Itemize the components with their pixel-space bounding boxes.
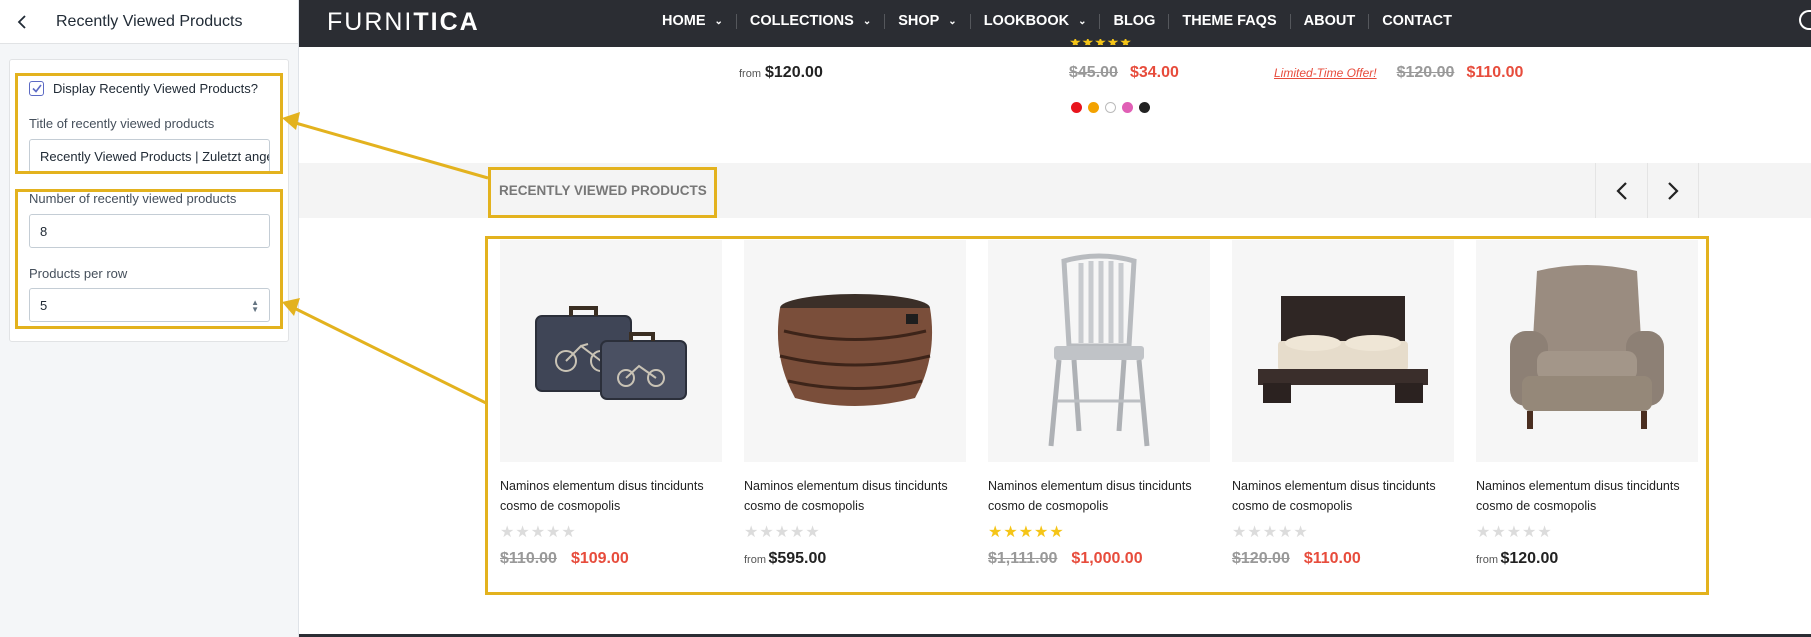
highlight-box-title xyxy=(15,73,283,174)
nav-about[interactable]: ABOUT xyxy=(1291,13,1370,29)
settings-card: Display Recently Viewed Products? Title … xyxy=(9,59,289,342)
panel-header: Recently Viewed Products xyxy=(0,0,298,44)
rating-stars-partial: ★★★★★ xyxy=(1069,39,1132,45)
color-swatch[interactable] xyxy=(1122,102,1133,113)
store-preview: FURNITICA HOME ⌄ COLLECTIONS ⌄ SHOP ⌄ LOOKB… xyxy=(299,0,1811,637)
color-swatch[interactable] xyxy=(1071,102,1082,113)
carousel-next-button[interactable] xyxy=(1647,163,1699,218)
nav-lookbook[interactable]: LOOKBOOK ⌄ xyxy=(971,13,1101,29)
nav-theme-faqs[interactable]: THEME FAQS xyxy=(1169,13,1291,29)
color-swatch[interactable] xyxy=(1105,102,1116,113)
nav-shop[interactable]: SHOP ⌄ xyxy=(885,13,971,29)
carousel-prev-button[interactable] xyxy=(1595,163,1647,218)
settings-panel: Recently Viewed Products Display Recentl… xyxy=(0,0,319,637)
prev-product-price-1: from $120.00 xyxy=(739,64,823,81)
chevron-down-icon: ⌄ xyxy=(714,15,723,27)
highlight-box-products xyxy=(485,236,1709,595)
color-swatch[interactable] xyxy=(1139,102,1150,113)
nav-collections[interactable]: COLLECTIONS ⌄ xyxy=(737,13,886,29)
panel-title: Recently Viewed Products xyxy=(56,12,243,30)
chevron-left-icon xyxy=(1615,181,1627,200)
chevron-right-icon xyxy=(1668,181,1679,200)
nav-contact[interactable]: CONTACT xyxy=(1369,13,1465,29)
top-navigation-bar: FURNITICA HOME ⌄ COLLECTIONS ⌄ SHOP ⌄ LOOKB… xyxy=(299,0,1811,47)
nav-home[interactable]: HOME ⌄ xyxy=(649,13,737,29)
highlight-box-count xyxy=(15,189,283,329)
chevron-down-icon: ⌄ xyxy=(1078,15,1087,27)
chevron-down-icon: ⌄ xyxy=(948,15,957,27)
main-menu: HOME ⌄ COLLECTIONS ⌄ SHOP ⌄ LOOKBOOK ⌄ BLOG … xyxy=(649,0,1465,42)
prev-product-price-2: $45.00 $34.00 xyxy=(1069,64,1179,81)
limited-offer-link[interactable]: Limited-Time Offer! xyxy=(1274,66,1377,80)
store-logo[interactable]: FURNITICA xyxy=(327,8,480,37)
nav-blog[interactable]: BLOG xyxy=(1100,13,1170,29)
prev-product-price-3: Limited-Time Offer! $120.00 $110.00 xyxy=(1274,64,1524,81)
search-icon[interactable] xyxy=(1799,10,1811,30)
color-swatches xyxy=(1071,102,1150,113)
chevron-down-icon: ⌄ xyxy=(862,15,872,27)
chevron-left-icon xyxy=(17,14,26,29)
color-swatch[interactable] xyxy=(1088,102,1099,113)
highlight-box-section-title xyxy=(488,167,717,218)
back-button[interactable] xyxy=(12,12,32,32)
carousel-arrows xyxy=(1595,163,1699,218)
